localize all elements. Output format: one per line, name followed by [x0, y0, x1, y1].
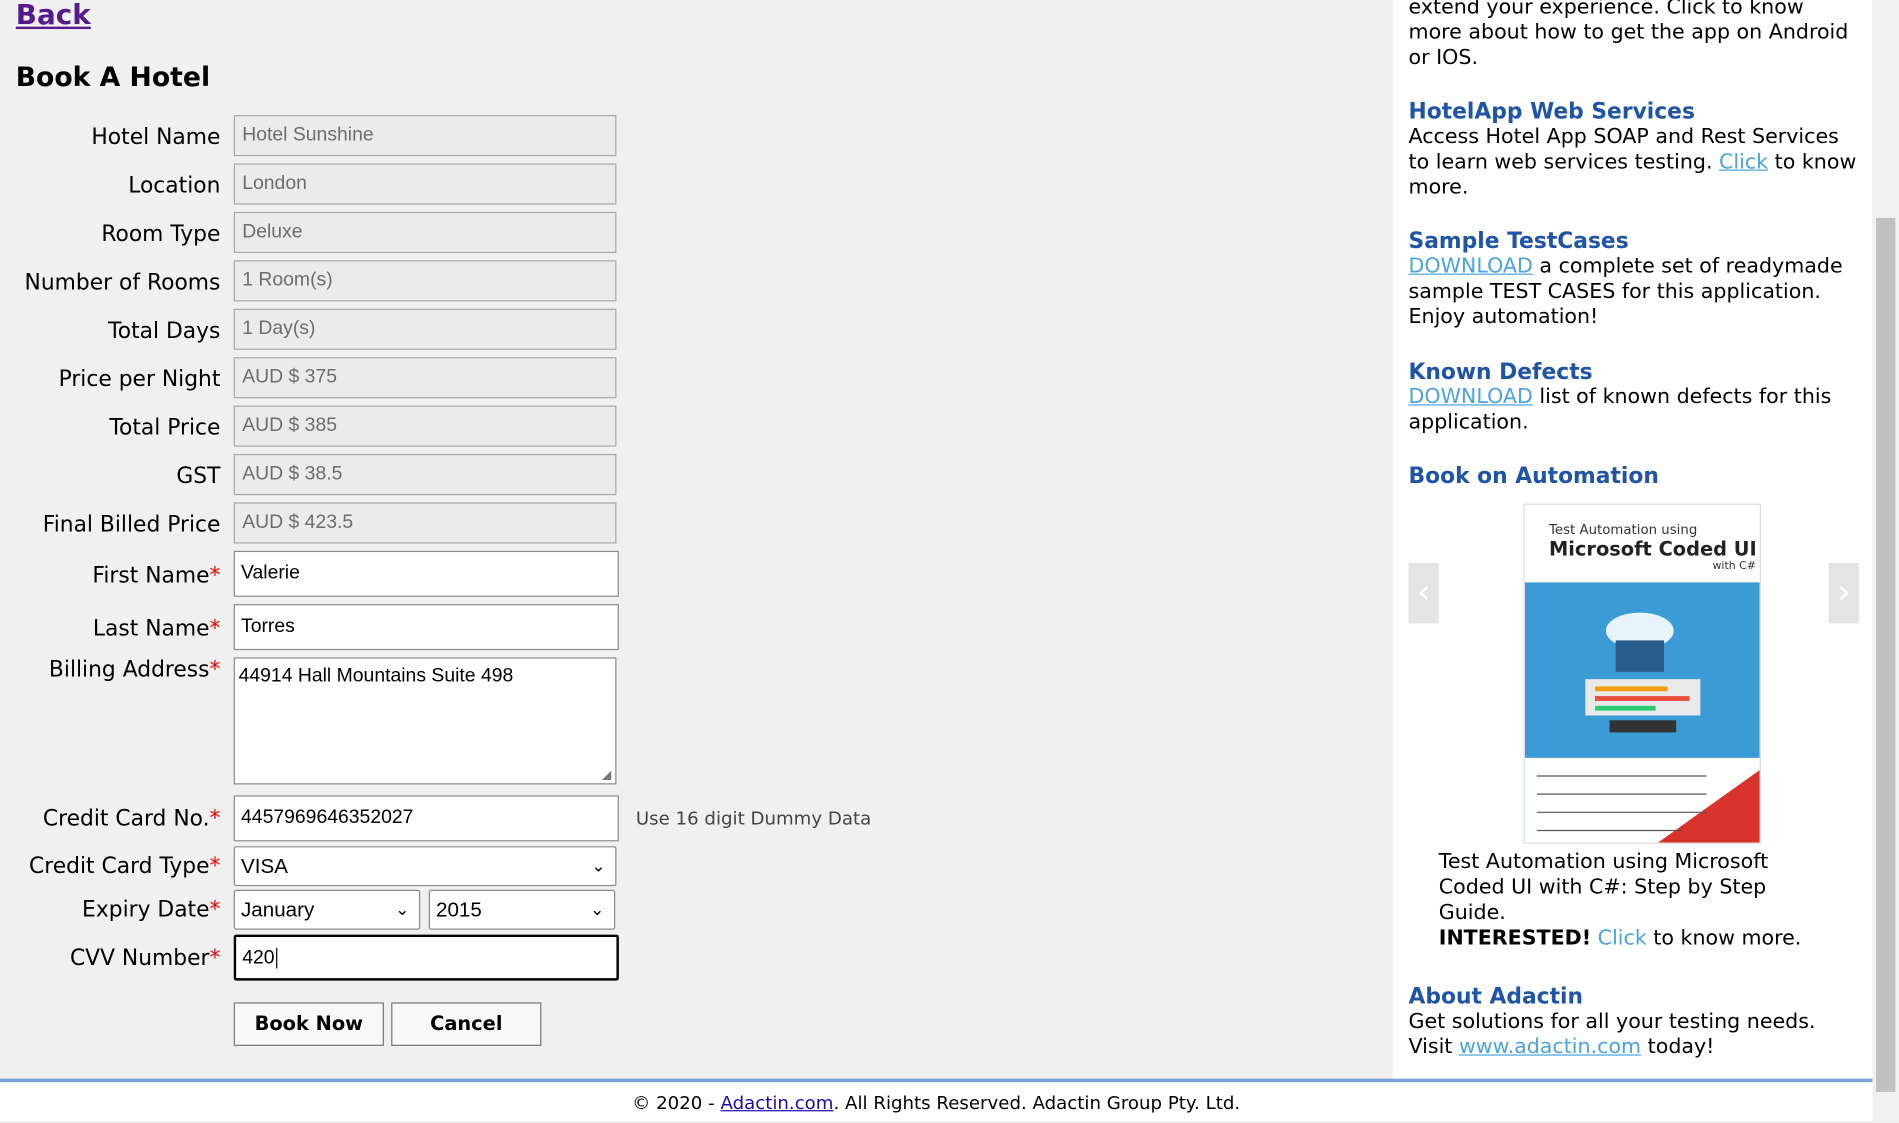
book-title: Book on Automation: [1408, 463, 1659, 490]
hotel-name-field: Hotel Sunshine: [233, 115, 617, 157]
expiry-year-value: 2015: [435, 898, 482, 922]
known-defects-download-link[interactable]: DOWNLOAD: [1409, 385, 1533, 409]
field-label: Final Billed Price: [42, 512, 221, 538]
field-label: Number of Rooms: [24, 269, 221, 296]
total-price-field: AUD $ 385: [233, 405, 617, 447]
expiry-year-select[interactable]: 2015 ⌄: [428, 889, 616, 930]
total-days-field: 1 Day(s): [233, 308, 617, 350]
field-label: CVV Number*: [69, 945, 221, 971]
page-title: Book A Hotel: [15, 62, 211, 94]
field-label: Location: [128, 173, 221, 199]
field-label: GST: [176, 463, 221, 490]
resize-handle-icon[interactable]: ◢: [602, 769, 611, 782]
first-name-input[interactable]: Valerie: [233, 550, 619, 597]
required-marker: *: [209, 616, 221, 642]
location-field: London: [233, 163, 617, 205]
book-cover-line2: Microsoft Coded UI: [1548, 537, 1757, 561]
card-type-value: VISA: [241, 854, 288, 878]
field-label: Room Type: [101, 221, 221, 247]
required-marker: *: [209, 945, 221, 971]
adactin-website-link[interactable]: www.adactin.com: [1459, 1035, 1641, 1059]
back-link[interactable]: Back: [16, 0, 91, 31]
field-label: Billing Address*: [48, 657, 221, 683]
sidebar-intro: extend your experience. Click to know mo…: [1408, 0, 1849, 71]
footer-adactin-link[interactable]: Adactin.com: [720, 1092, 833, 1114]
scrollbar-thumb[interactable]: [1875, 217, 1896, 1092]
gst-field: AUD $ 38.5: [233, 453, 617, 496]
web-services-text: Access Hotel App SOAP and Rest Services …: [1408, 124, 1857, 200]
main-content: Back Book A Hotel Hotel Name Hotel Sunsh…: [0, 0, 1393, 1082]
footer: © 2020 - Adactin.com. All Rights Reserve…: [0, 1082, 1873, 1122]
book-cover-line3: with C#: [1712, 560, 1756, 573]
chevron-down-icon: ⌄: [591, 855, 606, 876]
expiry-month-value: January: [241, 898, 315, 922]
final-billed-price-field: AUD $ 423.5: [233, 502, 617, 544]
field-label: Credit Card Type*: [29, 853, 221, 879]
field-label: Total Price: [109, 415, 221, 441]
field-label: Credit Card No.*: [42, 806, 221, 832]
last-name-input[interactable]: Torres: [233, 604, 619, 651]
credit-card-input[interactable]: 4457969646352027: [233, 795, 619, 842]
card-type-select[interactable]: VISA ⌄: [233, 846, 617, 887]
required-marker: *: [209, 806, 221, 832]
book-caption: Test Automation using Microsoft Coded UI…: [1438, 849, 1802, 951]
carousel-prev-button[interactable]: ‹: [1408, 562, 1439, 624]
book-cover-image[interactable]: Test Automation using Microsoft Coded UI…: [1523, 503, 1761, 844]
web-services-title: HotelApp Web Services: [1408, 99, 1695, 125]
field-label: First Name*: [92, 562, 221, 589]
chevron-down-icon: ⌄: [395, 899, 410, 919]
expiry-month-select[interactable]: January ⌄: [233, 889, 421, 930]
room-type-field: Deluxe: [233, 211, 617, 254]
web-services-link[interactable]: Click: [1719, 150, 1768, 174]
about-title: About Adactin: [1408, 984, 1584, 1010]
rooms-field: 1 Room(s): [233, 260, 617, 302]
known-defects-text: DOWNLOAD list of known defects for this …: [1408, 384, 1832, 435]
required-marker: *: [209, 657, 221, 683]
book-link[interactable]: Click: [1598, 926, 1647, 950]
about-text: Get solutions for all your testing needs…: [1408, 1009, 1816, 1060]
field-label: Price per Night: [58, 366, 221, 393]
test-cases-text: DOWNLOAD a complete set of readymade sam…: [1408, 254, 1843, 330]
test-cases-download-link[interactable]: DOWNLOAD: [1409, 254, 1533, 278]
required-marker: *: [209, 897, 221, 923]
book-cover-art: [1524, 582, 1760, 843]
test-cases-title: Sample TestCases: [1408, 228, 1629, 255]
field-label: Hotel Name: [91, 124, 221, 151]
chevron-down-icon: ⌄: [590, 899, 605, 919]
cancel-button[interactable]: Cancel: [391, 1002, 542, 1046]
book-cover-line1: Test Automation using: [1548, 521, 1698, 538]
price-per-night-field: AUD $ 375: [233, 357, 617, 399]
billing-address-textarea[interactable]: 44914 Hall Mountains Suite 498: [233, 657, 617, 785]
field-label: Last Name*: [92, 616, 221, 642]
cvv-input[interactable]: 420: [233, 934, 619, 981]
required-marker: *: [209, 562, 221, 589]
credit-card-hint: Use 16 digit Dummy Data: [635, 807, 872, 830]
field-label: Total Days: [108, 318, 221, 344]
field-label: Expiry Date*: [82, 897, 221, 923]
carousel-next-button[interactable]: ›: [1828, 562, 1860, 624]
known-defects-title: Known Defects: [1408, 359, 1593, 385]
book-now-button[interactable]: Book Now: [233, 1002, 384, 1046]
required-marker: *: [209, 853, 221, 879]
